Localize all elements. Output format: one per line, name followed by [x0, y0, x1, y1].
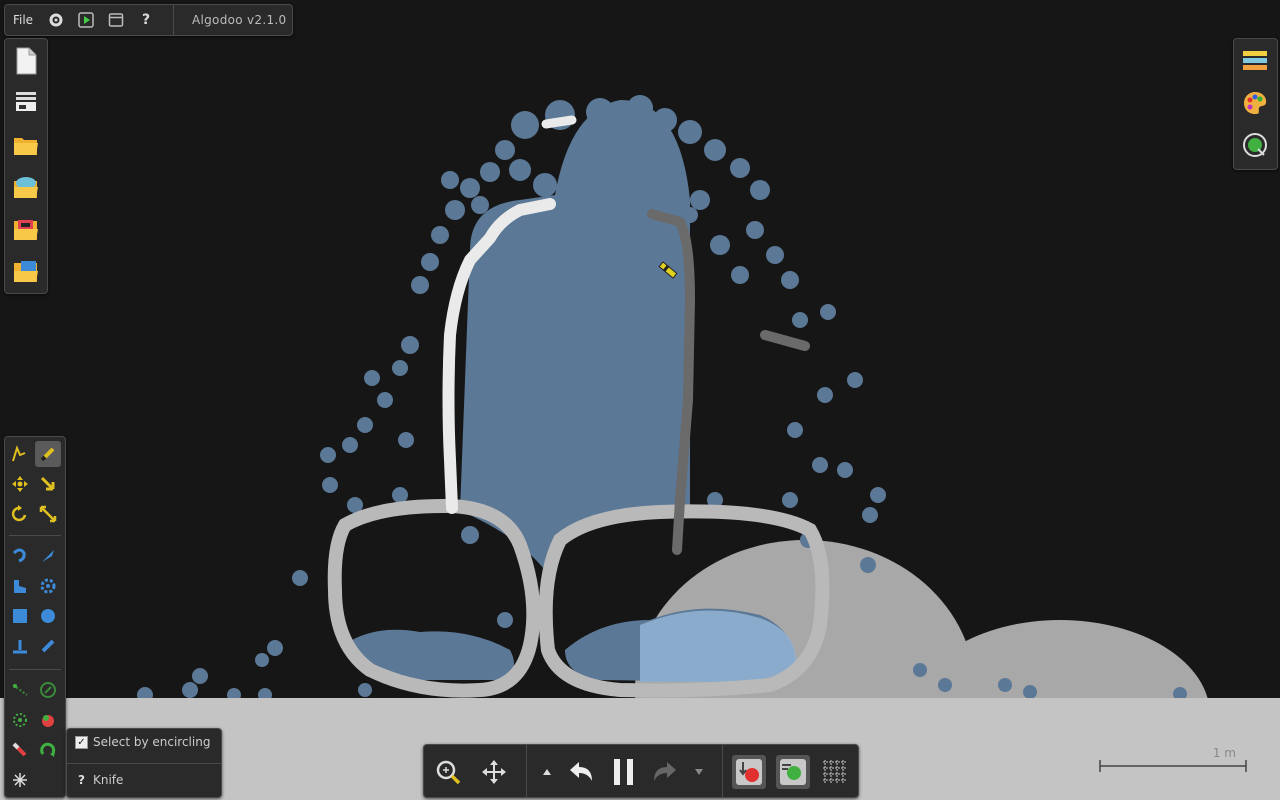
play-icon[interactable]	[71, 5, 101, 35]
pen-tool-icon[interactable]	[7, 737, 33, 763]
hinge-tool-icon[interactable]	[35, 737, 61, 763]
undo-icon[interactable]	[564, 755, 598, 789]
window-icon[interactable]	[101, 5, 131, 35]
file-menu[interactable]: File	[5, 5, 41, 35]
scale-bar: 1 m	[1098, 746, 1248, 776]
save-icon[interactable]	[10, 255, 42, 287]
open-algobox-icon[interactable]	[10, 171, 42, 203]
tracer-tool-icon[interactable]	[35, 707, 61, 733]
toolbar-divider	[526, 745, 527, 797]
simulation-canvas[interactable]	[0, 0, 1280, 800]
fixate-tool-icon[interactable]	[7, 633, 33, 659]
air-friction-icon[interactable]	[776, 755, 810, 789]
options-divider	[67, 763, 221, 764]
select-by-encircling-label: Select by encircling	[93, 735, 211, 749]
chain-tool-icon[interactable]	[7, 677, 33, 703]
plane-tool-icon[interactable]	[7, 573, 33, 599]
drag-tool-icon[interactable]	[35, 471, 61, 497]
palette-icon[interactable]	[1239, 87, 1271, 119]
scale-bar-line	[1099, 760, 1247, 772]
help-icon[interactable]: ?	[131, 5, 161, 35]
tool-divider	[9, 669, 61, 670]
simulation-toolbar	[423, 744, 859, 798]
tool-options-panel: ✓ Select by encircling ? Knife	[66, 728, 222, 798]
gear-tool-icon[interactable]	[35, 573, 61, 599]
menu-bar: File ? Algodoo v2.1.0	[4, 4, 293, 36]
open-folder-icon[interactable]	[10, 129, 42, 161]
grid-icon[interactable]	[818, 755, 852, 789]
menu-down-icon[interactable]	[682, 755, 716, 789]
pan-icon[interactable]	[477, 755, 511, 789]
browse-scenes-icon[interactable]	[10, 85, 42, 117]
select-by-encircling-checkbox[interactable]: ✓	[75, 735, 88, 749]
tool-palette	[4, 436, 66, 798]
view-toolbar	[1233, 38, 1278, 170]
sketch-tool-icon[interactable]	[7, 441, 33, 467]
tool-help-icon[interactable]: ?	[78, 773, 85, 787]
scale-tool-icon[interactable]	[35, 501, 61, 527]
knife-tool-icon[interactable]	[35, 543, 61, 569]
select-by-encircling-option[interactable]: ✓ Select by encircling	[75, 735, 210, 749]
box-tool-icon[interactable]	[7, 603, 33, 629]
new-scene-icon[interactable]	[10, 45, 42, 77]
settings-gear-icon[interactable]	[41, 5, 71, 35]
circle-tool-icon[interactable]	[35, 603, 61, 629]
move-tool-icon[interactable]	[7, 471, 33, 497]
tool-name-row: ? Knife	[75, 773, 123, 787]
redo-icon[interactable]	[648, 755, 682, 789]
file-toolbar	[4, 38, 48, 294]
rope-tool-icon[interactable]	[7, 543, 33, 569]
laser-tool-icon[interactable]	[35, 633, 61, 659]
menu-up-icon[interactable]	[530, 755, 564, 789]
brush-tool-icon[interactable]	[35, 441, 61, 467]
tool-divider	[9, 535, 61, 536]
layers-icon[interactable]	[1239, 45, 1271, 77]
toolbar-divider	[722, 745, 723, 797]
app-title: Algodoo v2.1.0	[192, 13, 287, 27]
fan-tool-icon[interactable]	[7, 767, 33, 793]
white-segment	[541, 115, 577, 129]
gravity-icon[interactable]	[732, 755, 766, 789]
open-phunlet-icon[interactable]	[10, 213, 42, 245]
zoom-icon[interactable]	[431, 755, 465, 789]
thruster-tool-icon[interactable]	[7, 707, 33, 733]
tool-name-label: Knife	[92, 773, 124, 787]
pause-icon[interactable]	[607, 755, 641, 789]
rotate-tool-icon[interactable]	[7, 501, 33, 527]
materials-icon[interactable]	[1239, 129, 1271, 161]
spring-tool-icon[interactable]	[35, 677, 61, 703]
